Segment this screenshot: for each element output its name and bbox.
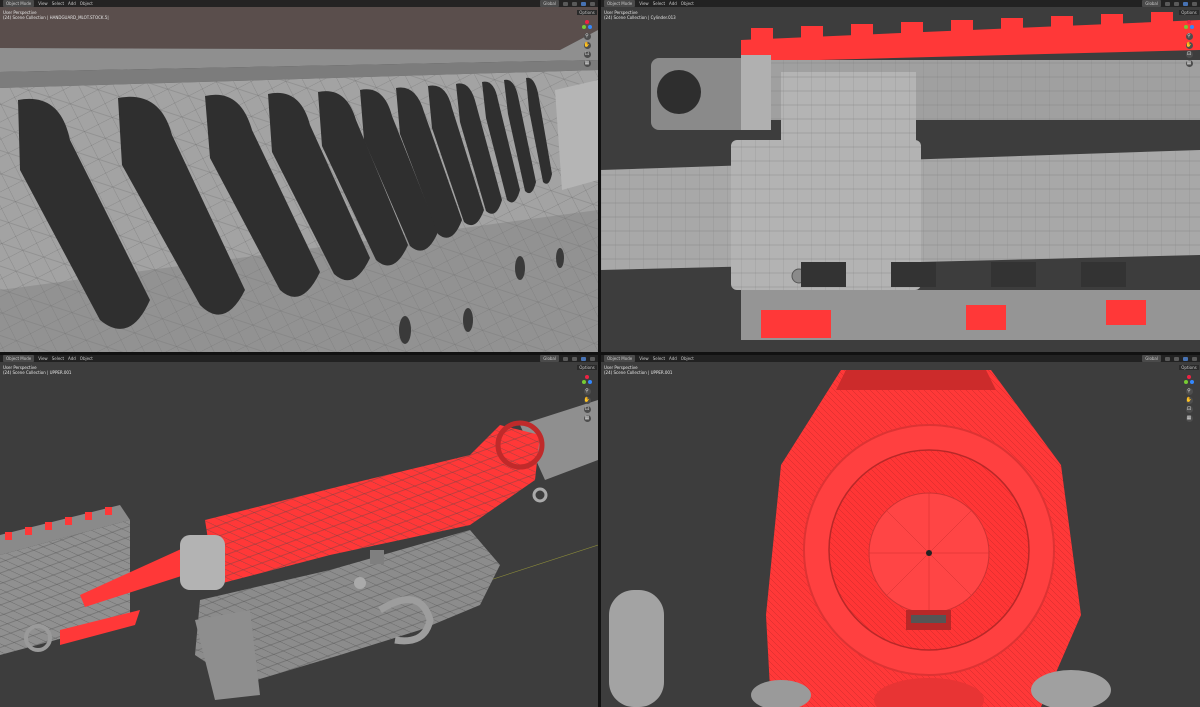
gas-block-scene[interactable] <box>601 0 1200 352</box>
grid-icon[interactable]: ▦ <box>1185 415 1193 422</box>
menu-view[interactable]: View <box>639 355 649 362</box>
solid-shading-icon[interactable] <box>1183 356 1188 361</box>
viewport-info: User Perspective (24) Scene Collection |… <box>604 10 676 20</box>
options-dropdown[interactable]: Options <box>577 365 597 370</box>
hand-icon[interactable]: ✋ <box>583 397 591 404</box>
navigation-tools: Options ⚲ ✋ ⊡ ▦ <box>577 10 597 67</box>
menu-select[interactable]: Select <box>52 355 64 362</box>
header-right-tools: Global <box>1142 355 1197 362</box>
viewport-header: Object Mode View Select Add Object Globa… <box>0 0 598 7</box>
viewport-1[interactable]: Object Mode View Select Add Object Globa… <box>0 0 598 352</box>
menu-add[interactable]: Add <box>68 355 76 362</box>
header-right-tools: Global <box>1142 0 1197 7</box>
menu-object[interactable]: Object <box>681 0 694 7</box>
options-dropdown[interactable]: Options <box>1179 365 1199 370</box>
material-shading-icon[interactable] <box>590 1 595 6</box>
viewport-info: User Perspective (24) Scene Collection |… <box>604 365 672 375</box>
menu-view[interactable]: View <box>38 355 48 362</box>
camera-icon[interactable]: ⊡ <box>1185 51 1193 58</box>
proportional-edit-icon[interactable] <box>572 1 577 6</box>
axis-gizmo-icon[interactable] <box>581 374 593 386</box>
collection-path: (24) Scene Collection | Cylinder.013 <box>604 15 676 20</box>
menu-add[interactable]: Add <box>68 0 76 7</box>
proportional-edit-icon[interactable] <box>1174 1 1179 6</box>
menu-view[interactable]: View <box>639 0 649 7</box>
snap-icon[interactable] <box>563 356 568 361</box>
material-shading-icon[interactable] <box>1192 1 1197 6</box>
menu-object[interactable]: Object <box>80 355 93 362</box>
material-shading-icon[interactable] <box>590 356 595 361</box>
menu-select[interactable]: Select <box>653 355 665 362</box>
hand-icon[interactable]: ✋ <box>1185 397 1193 404</box>
zoom-icon[interactable]: ⚲ <box>583 388 591 395</box>
camera-icon[interactable]: ⊡ <box>1185 406 1193 413</box>
axis-gizmo-icon[interactable] <box>581 19 593 31</box>
axis-gizmo-icon[interactable] <box>1183 19 1195 31</box>
collection-path: (24) Scene Collection | HANDGUARD_MLOT.S… <box>3 15 109 20</box>
solid-shading-icon[interactable] <box>1183 1 1188 6</box>
viewport-2[interactable]: Object Mode View Select Add Object Globa… <box>601 0 1200 352</box>
header-right-tools: Global <box>540 355 595 362</box>
navigation-tools: Options ⚲ ✋ ⊡ ▦ <box>1179 365 1199 422</box>
proportional-edit-icon[interactable] <box>572 356 577 361</box>
solid-shading-icon[interactable] <box>581 1 586 6</box>
menu-select[interactable]: Select <box>653 0 665 7</box>
menu-view[interactable]: View <box>38 0 48 7</box>
snap-icon[interactable] <box>1165 356 1170 361</box>
menu-object[interactable]: Object <box>681 355 694 362</box>
menu-select[interactable]: Select <box>52 0 64 7</box>
viewport-info: User Perspective (24) Scene Collection |… <box>3 10 109 20</box>
mode-selector[interactable]: Object Mode <box>604 0 636 7</box>
camera-icon[interactable]: ⊡ <box>583 406 591 413</box>
axis-gizmo-icon[interactable] <box>1183 374 1195 386</box>
handguard-closeup-scene[interactable] <box>0 0 598 352</box>
viewport-4[interactable]: Object Mode View Select Add Object Globa… <box>601 355 1200 707</box>
menu-add[interactable]: Add <box>669 355 677 362</box>
mode-selector[interactable]: Object Mode <box>3 355 35 362</box>
zoom-icon[interactable]: ⚲ <box>1185 388 1193 395</box>
orientation-selector[interactable]: Global <box>540 355 559 362</box>
viewport-header: Object Mode View Select Add Object Globa… <box>0 355 598 362</box>
menu-object[interactable]: Object <box>80 0 93 7</box>
options-dropdown[interactable]: Options <box>1179 10 1199 15</box>
zoom-icon[interactable]: ⚲ <box>1185 33 1193 40</box>
viewport-3[interactable]: Object Mode View Select Add Object Globa… <box>0 355 598 707</box>
orientation-selector[interactable]: Global <box>1142 355 1161 362</box>
collection-path: (24) Scene Collection | UPPER.001 <box>3 370 72 375</box>
hand-icon[interactable]: ✋ <box>583 42 591 49</box>
zoom-icon[interactable]: ⚲ <box>583 33 591 40</box>
hand-icon[interactable]: ✋ <box>1185 42 1193 49</box>
proportional-edit-icon[interactable] <box>1174 356 1179 361</box>
quad-view-layout: Object Mode View Select Add Object Globa… <box>0 0 1200 707</box>
grid-icon[interactable]: ▦ <box>583 60 591 67</box>
material-shading-icon[interactable] <box>1192 356 1197 361</box>
receiver-assembly-scene[interactable] <box>0 355 598 707</box>
navigation-tools: Options ⚲ ✋ ⊡ ▦ <box>577 365 597 422</box>
snap-icon[interactable] <box>1165 1 1170 6</box>
header-right-tools: Global <box>540 0 595 7</box>
camera-icon[interactable]: ⊡ <box>583 51 591 58</box>
collection-path: (24) Scene Collection | UPPER.001 <box>604 370 673 375</box>
solid-shading-icon[interactable] <box>581 356 586 361</box>
orientation-selector[interactable]: Global <box>540 0 559 7</box>
mode-selector[interactable]: Object Mode <box>3 0 35 7</box>
viewport-info: User Perspective (24) Scene Collection |… <box>3 365 71 375</box>
snap-icon[interactable] <box>563 1 568 6</box>
viewport-header: Object Mode View Select Add Object Globa… <box>601 0 1200 7</box>
orientation-selector[interactable]: Global <box>1142 0 1161 7</box>
navigation-tools: Options ⚲ ✋ ⊡ ▦ <box>1179 10 1199 67</box>
mode-selector[interactable]: Object Mode <box>604 355 636 362</box>
receiver-rear-scene[interactable] <box>601 355 1200 707</box>
viewport-header: Object Mode View Select Add Object Globa… <box>601 355 1200 362</box>
menu-add[interactable]: Add <box>669 0 677 7</box>
options-dropdown[interactable]: Options <box>577 10 597 15</box>
grid-icon[interactable]: ▦ <box>1185 60 1193 67</box>
grid-icon[interactable]: ▦ <box>583 415 591 422</box>
